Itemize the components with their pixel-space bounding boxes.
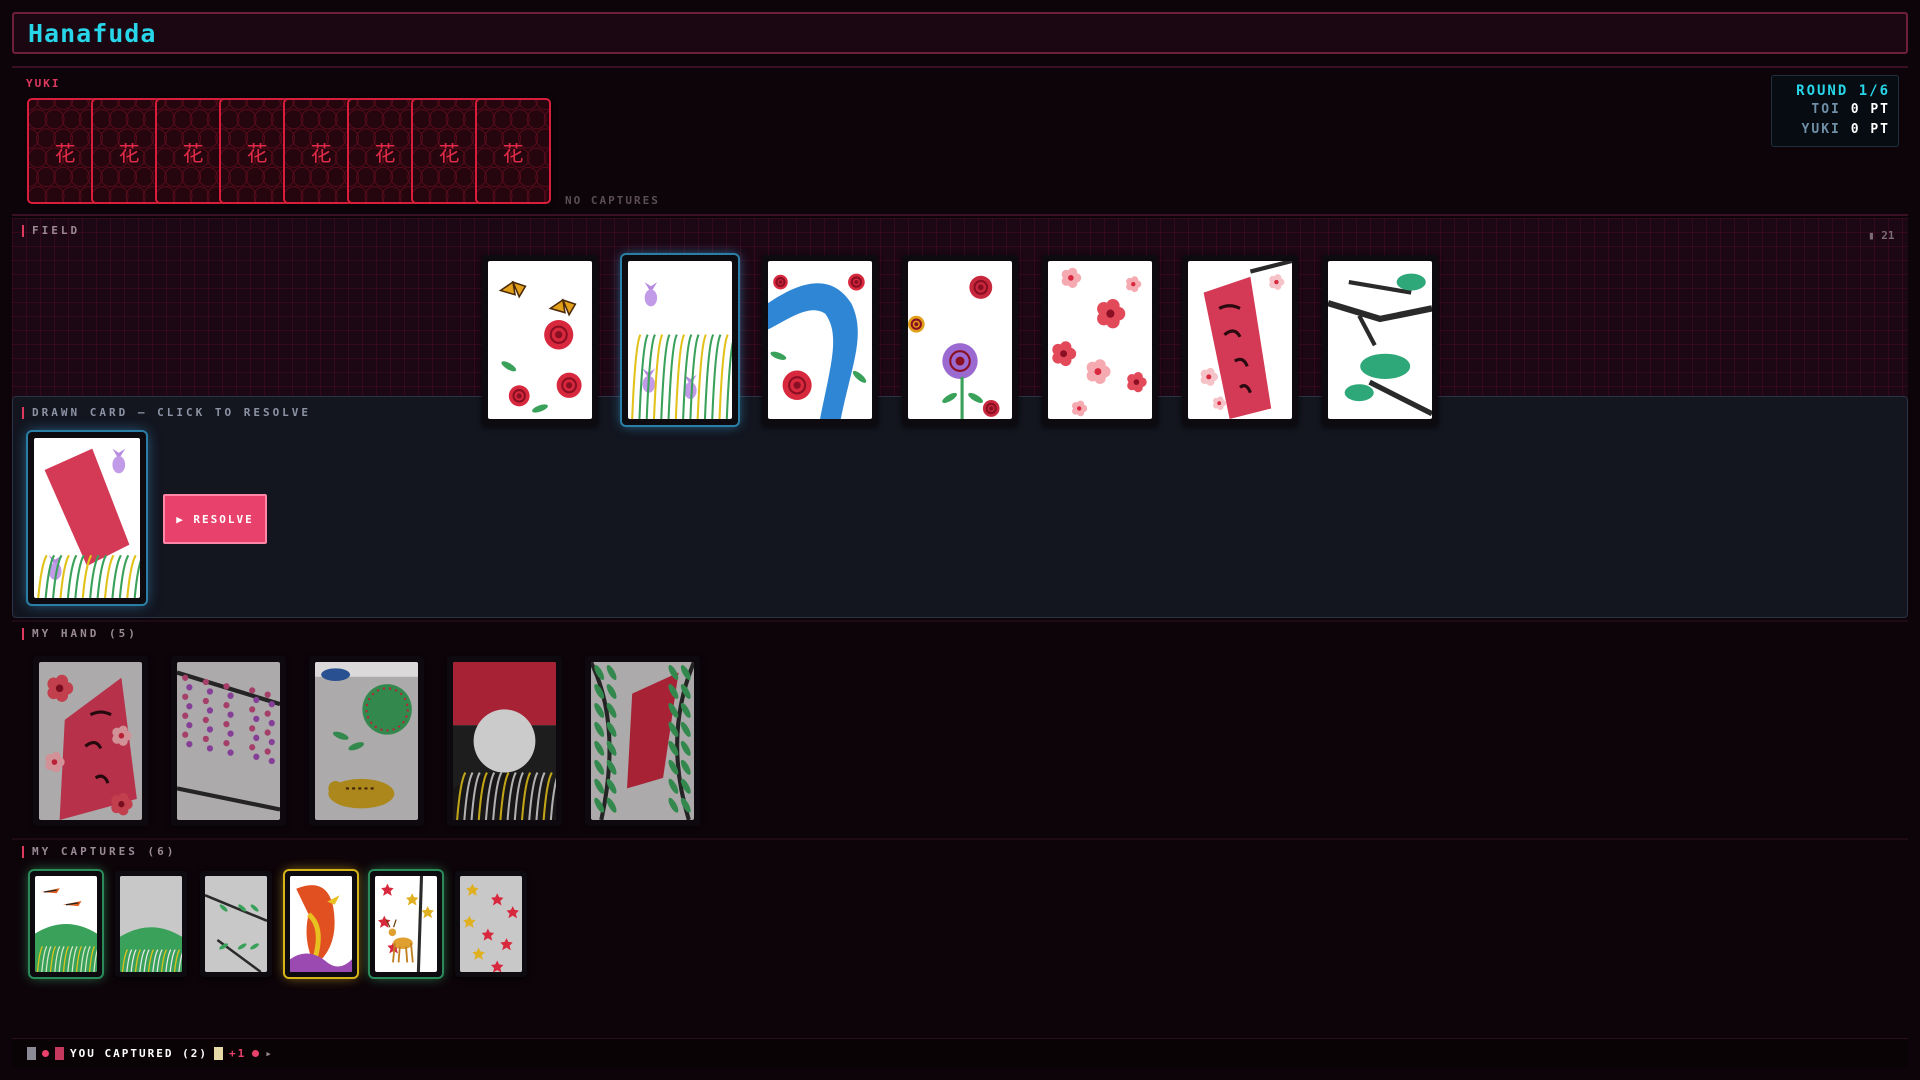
card-art	[315, 662, 418, 820]
opponent-hand: 花花花花花花花花	[27, 98, 557, 206]
title-bar: Hanafuda	[12, 12, 1908, 54]
score-row-opponent: YUKI 0 PT	[1801, 122, 1890, 137]
dot-icon	[252, 1050, 260, 1057]
capture-card	[370, 871, 442, 977]
log-text: YOU CAPTURED (2)	[70, 1047, 208, 1060]
drawn-card[interactable]	[28, 432, 146, 604]
field-card[interactable]	[1042, 255, 1158, 425]
card-art	[488, 261, 592, 419]
card-art	[1328, 261, 1432, 419]
my-captures-label: MY CAPTURES (6)	[22, 846, 176, 858]
card-art	[768, 261, 872, 419]
card-art	[34, 438, 140, 598]
hand-card[interactable]	[309, 656, 424, 826]
card-art	[205, 876, 267, 972]
capture-card	[30, 871, 102, 977]
card-art	[290, 876, 352, 972]
divider	[12, 214, 1908, 216]
field-card[interactable]	[762, 255, 878, 425]
card-art	[35, 876, 97, 972]
card-art	[39, 662, 142, 820]
field-card[interactable]	[902, 255, 1018, 425]
drawn-card-panel	[12, 396, 1908, 618]
card-art	[1048, 261, 1152, 419]
card-art	[453, 662, 556, 820]
opponent-card-back: 花	[475, 98, 551, 204]
divider	[12, 620, 1908, 622]
card-art	[375, 876, 437, 972]
deck-count: ▮ 21	[1868, 229, 1895, 242]
card-icon	[213, 1047, 223, 1060]
scoreboard: ROUND 1/6 TOI 0 PT YUKI 0 PT	[1771, 75, 1899, 147]
hand-card[interactable]	[33, 656, 148, 826]
opponent-captures-empty: NO CAPTURES	[565, 194, 660, 207]
deck-icon	[27, 1047, 36, 1060]
event-log: YOU CAPTURED (2) +1 ▸	[12, 1038, 1908, 1068]
opponent-name: YUKI	[26, 77, 61, 90]
field-card[interactable]	[1182, 255, 1298, 425]
divider	[12, 66, 1908, 68]
log-bonus: +1	[228, 1047, 247, 1060]
round-indicator: ROUND 1/6	[1796, 83, 1890, 99]
card-art	[177, 662, 280, 820]
dot-icon	[42, 1050, 49, 1057]
capture-card	[200, 871, 272, 977]
app-title: Hanafuda	[28, 19, 157, 48]
my-hand-label: MY HAND (5)	[22, 628, 138, 640]
card-icon	[55, 1047, 64, 1060]
field-card-selected[interactable]	[622, 255, 738, 425]
score-row-player: TOI 0 PT	[1811, 102, 1890, 117]
drawn-card-label: DRAWN CARD — CLICK TO RESOLVE	[22, 407, 311, 419]
divider	[12, 838, 1908, 840]
card-art	[460, 876, 522, 972]
hand-card[interactable]	[171, 656, 286, 826]
log-arrow: ▸	[265, 1047, 274, 1060]
card-art	[120, 876, 182, 972]
card-art	[1188, 261, 1292, 419]
card-art	[628, 261, 732, 419]
card-art	[908, 261, 1012, 419]
hand-card[interactable]	[447, 656, 562, 826]
deck-icon: ▮	[1868, 229, 1875, 242]
capture-card	[115, 871, 187, 977]
field-label: FIELD	[22, 225, 80, 237]
capture-card	[455, 871, 527, 977]
field-card[interactable]	[1322, 255, 1438, 425]
field-card[interactable]	[482, 255, 598, 425]
hand-card[interactable]	[585, 656, 700, 826]
capture-card	[285, 871, 357, 977]
resolve-button[interactable]: ▶ RESOLVE	[163, 494, 267, 544]
card-art	[591, 662, 694, 820]
